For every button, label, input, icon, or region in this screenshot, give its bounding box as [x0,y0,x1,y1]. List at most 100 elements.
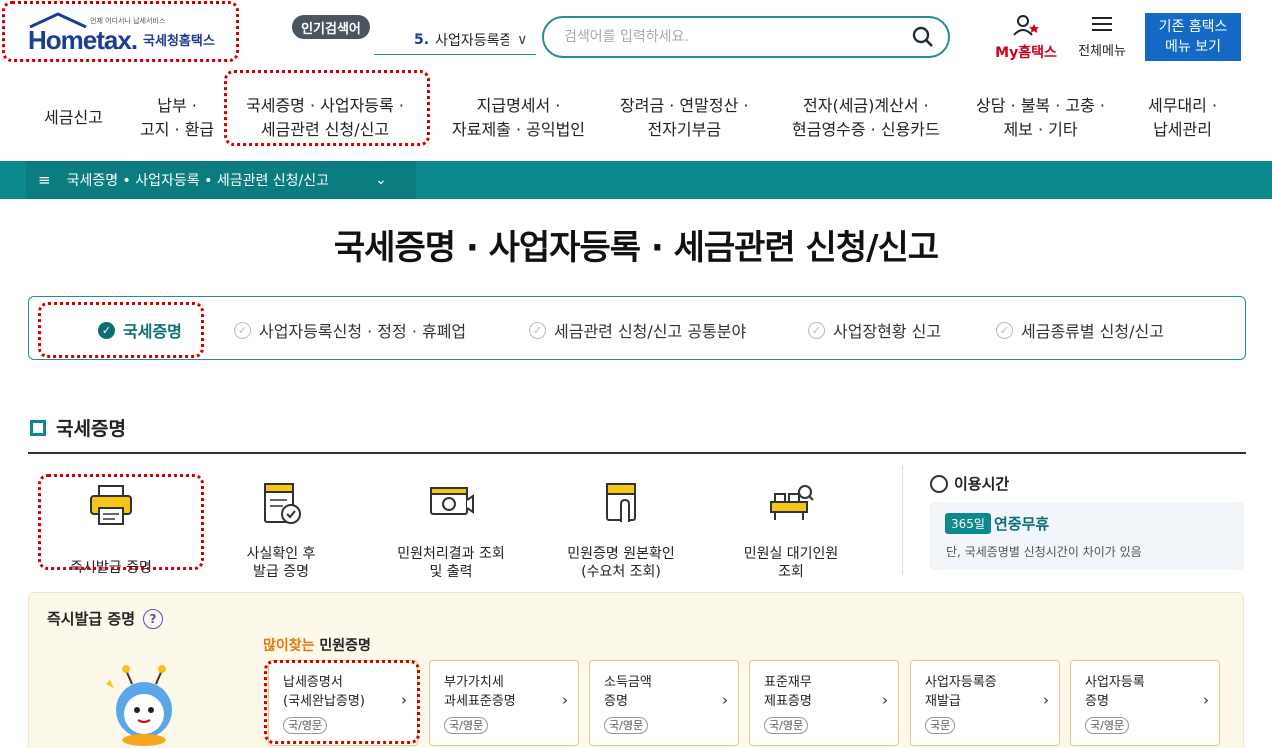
tab-tax-type-application[interactable]: ✓ 세금종류별 신청/신고 [996,318,1164,342]
chevron-down-icon[interactable]: ⌄ [375,172,387,188]
search-input[interactable] [564,29,912,45]
language-badge: 국/영문 [444,717,489,734]
gnb-e-invoice[interactable]: 전자(세금)계산서 · 현금영수증 · 신용카드 [792,94,940,142]
cert-card-registration-proof[interactable]: 사업자등록 증명 국/영문 › [1070,660,1220,746]
cert-card-subtitle: 증명 [1085,694,1109,709]
language-badge: 국/영문 [1085,717,1130,734]
popular-search-item[interactable]: 5. 사업자등록증 ∨ [374,25,536,55]
cert-card-registration-reissue[interactable]: 사업자등록증 재발급 국문 › [910,660,1060,746]
mascot-character-icon [106,665,172,746]
cert-card-tax-payment[interactable]: 납세증명서 (국세완납증명) 국/영문 › [268,660,418,746]
chevron-right-icon: › [401,691,407,709]
usage-note-text: 단, 국세증명별 신청시간이 차이가 있음 [946,545,1142,559]
chevron-down-icon[interactable]: ∨ [517,32,527,48]
gnb-tax-filing[interactable]: 세금신고 [44,106,103,130]
usage-time-title: 이용시간 [930,473,1009,494]
service-fact-check-issue[interactable]: 사실확인 후 발급 증명 [196,478,366,581]
cert-card-vat-base[interactable]: 부가가치세 과세표준증명 국/영문 › [429,660,579,746]
logo-text: Hometax. [28,24,138,55]
check-circle-icon: ✓ [234,321,251,339]
cert-card-income-amount[interactable]: 소득금액 증명 국/영문 › [589,660,739,746]
usage-days-badge: 365일 [945,513,991,534]
legacy-menu-label-1: 기존 홈택스 [1158,19,1228,35]
breadcrumb-label: 국세증명 • 사업자등록 • 세금관련 신청/신고 [66,173,330,189]
service-label: 민원증명 원본확인 [567,546,675,562]
tab-business-status[interactable]: ✓ 사업장현황 신고 [808,318,941,342]
cert-card-title: 사업자등록 [1085,675,1145,690]
gnb-payment-statement[interactable]: 지급명세서 · 자료제출 · 공익법인 [452,94,585,142]
gnb-label: 국세증명 · 사업자등록 · [246,96,404,115]
popular-search-rank: 5. [414,31,430,48]
cert-card-title: 납세증명서 [283,675,343,690]
tab-business-registration[interactable]: ✓ 사업자등록신청 · 정정 · 휴폐업 [234,318,466,342]
gnb-label: 상담 · 불복 · 고충 · [976,96,1106,115]
instant-issue-title: 즉시발급 증명? [47,608,164,629]
service-instant-issue[interactable]: 즉시발급 증명 [26,478,196,577]
gnb-label: 전자(세금)계산서 · [803,96,929,115]
gnb-label: 세무대리 · [1148,96,1218,115]
chevron-right-icon: › [562,691,568,709]
menu-lines-icon: ≡ [38,171,51,189]
service-label: 민원처리결과 조회 [397,546,505,562]
search-bar [542,16,950,58]
tab-tax-certificate[interactable]: ✓ 국세증명 [98,318,182,342]
gnb-certificate-registration[interactable]: 국세증명 · 사업자등록 · 세금관련 신청/신고 [246,94,404,142]
check-circle-icon: ✓ [98,321,115,339]
gnb-consult-appeal[interactable]: 상담 · 불복 · 고충 · 제보 · 기타 [976,94,1105,142]
all-menu-label: 전체메뉴 [1078,44,1126,59]
gnb-label: 세금신고 [44,108,103,127]
check-circle-icon: ✓ [996,321,1013,339]
service-waiting-count[interactable]: 민원실 대기인원 조회 [706,478,876,581]
cert-card-financial-statement[interactable]: 표준재무 제표증명 국/영문 › [749,660,899,746]
tab-label: 세금관련 신청/신고 공통분야 [554,322,747,341]
check-circle-icon: ✓ [529,321,546,339]
clock-icon [930,474,948,493]
gnb-payment[interactable]: 납부 · 고지 · 환급 [140,94,214,142]
cert-card-subtitle: 제표증명 [764,694,812,709]
popular-highlight: 많이찾는 [263,638,315,654]
page-title: 국세증명 · 사업자등록 · 세금관련 신청/신고 [333,228,939,268]
popular-rest: 민원증명 [314,638,371,654]
document-check-icon [264,483,301,524]
chevron-right-icon: › [722,691,728,709]
cert-card-title: 표준재무 [764,675,812,690]
all-menu-button[interactable]: 전체메뉴 [1070,14,1134,62]
cert-card-subtitle: (국세완납증명) [283,694,365,709]
cert-card-subtitle: 증명 [604,694,628,709]
my-hometax-button[interactable]: My홈택스 [990,14,1062,62]
square-bullet-icon [30,419,46,436]
help-icon[interactable]: ? [143,608,164,629]
gnb-label: 현금영수증 · 신용카드 [792,120,940,139]
gnb-tax-agent[interactable]: 세무대리 · 납세관리 [1148,94,1217,142]
gnb-label: 납세관리 [1153,120,1212,139]
cert-card-title: 사업자등록증 [925,675,997,690]
breadcrumb[interactable]: ≡ 국세증명 • 사업자등록 • 세금관련 신청/신고 ⌄ [26,161,416,199]
tab-label: 사업자등록신청 · 정정 · 휴폐업 [259,322,467,341]
service-original-verify[interactable]: 민원증명 원본확인 (수요처 조회) [536,478,706,581]
hometax-logo[interactable]: 언제 어디서나 납세서비스 Hometax. 국세청홈택스 [28,12,238,58]
language-badge: 국문 [925,717,956,734]
tab-common-application[interactable]: ✓ 세금관련 신청/신고 공통분야 [529,318,746,342]
tab-label: 세금종류별 신청/신고 [1021,322,1164,341]
breadcrumb-arrow [402,161,416,199]
popular-search-text: 사업자등록증 [435,32,510,49]
service-label: (수요처 조회) [581,564,661,580]
gnb-label: 고지 · 환급 [140,120,215,139]
language-badge: 국/영문 [604,717,649,734]
instant-issue-title-text: 즉시발급 증명 [47,610,136,628]
cert-card-title: 소득금액 [604,675,652,690]
service-result-lookup[interactable]: 민원처리결과 조회 및 출력 [366,478,536,581]
legacy-menu-button[interactable]: 기존 홈택스 메뉴 보기 [1145,13,1241,61]
section-divider [28,452,1246,454]
chevron-right-icon: › [1043,691,1049,709]
language-badge: 국/영문 [283,717,328,734]
popular-certificates-label: 많이찾는 민원증명 [263,635,371,655]
gnb-label: 자료제출 · 공익법인 [452,120,586,139]
printer-icon [90,485,132,525]
chevron-right-icon: › [882,691,888,709]
search-icon[interactable] [912,26,934,48]
monitor-play-icon [430,487,474,515]
section-title: 국세증명 [30,414,126,441]
gnb-incentive-yearend[interactable]: 장려금 · 연말정산 · 전자기부금 [620,94,748,142]
gnb-label: 세금관련 신청/신고 [260,120,390,139]
